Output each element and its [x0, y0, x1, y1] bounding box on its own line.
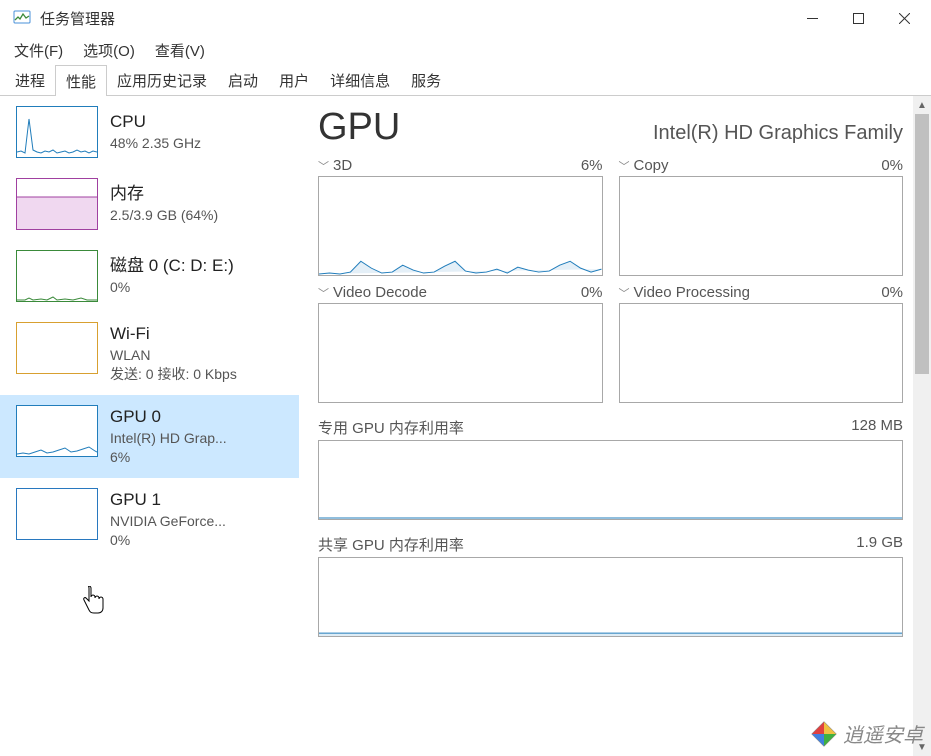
minimize-button[interactable]: [789, 0, 835, 36]
dedicated-mem-label: 专用 GPU 内存利用率: [318, 417, 464, 438]
graph-copy: [619, 176, 904, 276]
panel-3d-pct: 6%: [581, 157, 603, 174]
tabbar: 进程 性能 应用历史记录 启动 用户 详细信息 服务: [0, 64, 931, 96]
wifi-sub2: 发送: 0 接收: 0 Kbps: [110, 365, 237, 385]
disk-sub: 0%: [110, 278, 234, 298]
scrollbar-thumb[interactable]: [915, 114, 929, 374]
tab-apphistory[interactable]: 应用历史记录: [106, 64, 218, 95]
wifi-sub1: WLAN: [110, 346, 237, 366]
watermark: 逍遥安卓: [811, 719, 923, 748]
panel-copy-label[interactable]: Copy: [634, 157, 669, 174]
graph-shared-memory: [318, 557, 903, 637]
tab-startup[interactable]: 启动: [217, 64, 269, 95]
menu-view[interactable]: 查看(V): [151, 38, 209, 63]
app-icon: [12, 8, 32, 28]
watermark-logo-icon: [811, 721, 837, 747]
vertical-scrollbar[interactable]: ▲ ▼: [913, 96, 931, 756]
panel-vproc-label[interactable]: Video Processing: [634, 284, 750, 301]
graph-video-decode: [318, 303, 603, 403]
chevron-down-icon[interactable]: ﹀: [619, 158, 630, 174]
gpu0-sub1: Intel(R) HD Grap...: [110, 429, 227, 449]
tab-performance[interactable]: 性能: [55, 65, 107, 96]
wifi-thumb-graph: [16, 322, 98, 374]
panel-3d-label[interactable]: 3D: [333, 157, 352, 174]
tab-services[interactable]: 服务: [400, 64, 452, 95]
disk-title: 磁盘 0 (C: D: E:): [110, 254, 234, 278]
gpu1-sub2: 0%: [110, 531, 226, 551]
memory-sub: 2.5/3.9 GB (64%): [110, 206, 218, 226]
graph-video-processing: [619, 303, 904, 403]
menu-options[interactable]: 选项(O): [79, 38, 139, 63]
watermark-text: 逍遥安卓: [843, 719, 923, 748]
sidebar-item-memory[interactable]: 内存 2.5/3.9 GB (64%): [0, 168, 299, 240]
gpu1-sub1: NVIDIA GeForce...: [110, 512, 226, 532]
shared-mem-max: 1.9 GB: [856, 534, 903, 555]
sidebar-item-cpu[interactable]: CPU 48% 2.35 GHz: [0, 96, 299, 168]
main-panel: GPU Intel(R) HD Graphics Family ﹀3D 6% ﹀…: [300, 96, 931, 756]
dedicated-mem-max: 128 MB: [851, 417, 903, 438]
gpu0-title: GPU 0: [110, 405, 227, 429]
wifi-title: Wi-Fi: [110, 322, 237, 346]
memory-title: 内存: [110, 182, 218, 206]
scroll-up-icon[interactable]: ▲: [913, 96, 931, 114]
chevron-down-icon[interactable]: ﹀: [318, 158, 329, 174]
menubar: 文件(F) 选项(O) 查看(V): [0, 36, 931, 64]
page-subtitle: Intel(R) HD Graphics Family: [653, 122, 903, 145]
gpu1-title: GPU 1: [110, 488, 226, 512]
chevron-down-icon[interactable]: ﹀: [318, 285, 329, 301]
cpu-title: CPU: [110, 110, 201, 134]
tab-details[interactable]: 详细信息: [319, 64, 401, 95]
sidebar-item-disk[interactable]: 磁盘 0 (C: D: E:) 0%: [0, 240, 299, 312]
window-title: 任务管理器: [40, 8, 789, 29]
tab-processes[interactable]: 进程: [4, 64, 56, 95]
shared-mem-label: 共享 GPU 内存利用率: [318, 534, 464, 555]
sidebar-item-gpu1[interactable]: GPU 1 NVIDIA GeForce... 0%: [0, 478, 299, 561]
gpu0-sub2: 6%: [110, 448, 227, 468]
titlebar: 任务管理器: [0, 0, 931, 36]
graph-3d: [318, 176, 603, 276]
page-title: GPU: [318, 106, 400, 149]
panel-copy-pct: 0%: [881, 157, 903, 174]
memory-thumb-graph: [16, 178, 98, 230]
sidebar-item-wifi[interactable]: Wi-Fi WLAN 发送: 0 接收: 0 Kbps: [0, 312, 299, 395]
close-button[interactable]: [881, 0, 927, 36]
graph-dedicated-memory: [318, 440, 903, 520]
sidebar-item-gpu0[interactable]: GPU 0 Intel(R) HD Grap... 6%: [0, 395, 299, 478]
panel-vdec-label[interactable]: Video Decode: [333, 284, 427, 301]
disk-thumb-graph: [16, 250, 98, 302]
panel-vdec-pct: 0%: [581, 284, 603, 301]
panel-vproc-pct: 0%: [881, 284, 903, 301]
performance-sidebar: CPU 48% 2.35 GHz 内存 2.5/3.9 GB (64%) 磁盘 …: [0, 96, 300, 756]
menu-file[interactable]: 文件(F): [10, 38, 67, 63]
gpu1-thumb-graph: [16, 488, 98, 540]
maximize-button[interactable]: [835, 0, 881, 36]
gpu0-thumb-graph: [16, 405, 98, 457]
cpu-thumb-graph: [16, 106, 98, 158]
cpu-sub: 48% 2.35 GHz: [110, 134, 201, 154]
chevron-down-icon[interactable]: ﹀: [619, 285, 630, 301]
tab-users[interactable]: 用户: [268, 64, 320, 95]
